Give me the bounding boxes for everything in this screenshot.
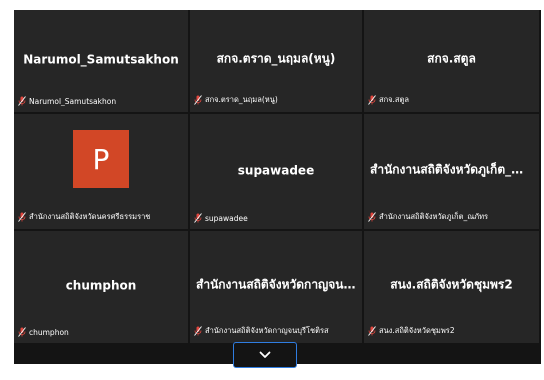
participant-name: Narumol_Samutsakhon [23, 52, 179, 67]
mic-off-icon [18, 96, 26, 106]
participant-label: สำนักงานสถิติจังหวัดนครศรีธรรมราช [29, 212, 151, 221]
participant-tile[interactable]: สกจ.ตราด_นฤมล(หนู) สกจ.ตราด_นฤมล(หนู) [190, 10, 364, 114]
participant-label: สกจ.ตราด_นฤมล(หนู) [205, 95, 278, 104]
participant-tile[interactable]: chumphon chumphon [14, 231, 190, 345]
participant-label: สกจ.สตูล [379, 95, 409, 104]
participant-name: supawadee [237, 163, 315, 178]
participant-name: สำนักงานสถิติจังหวัดภูเก็ต_ณ... [370, 162, 536, 177]
participant-name: สนง.สถิติจังหวัดชุมพร2 [390, 277, 513, 292]
participant-footer: chumphon [18, 327, 184, 337]
participant-footer: สำนักงานสถิติจังหวัดนครศรีธรรมราช [18, 211, 184, 223]
participant-tile[interactable]: สนง.สถิติจังหวัดชุมพร2 สนง.สถิติจังหวัดช… [364, 231, 541, 345]
mic-off-icon [18, 212, 26, 222]
participant-footer: สกจ.สตูล [368, 94, 535, 106]
mic-off-icon [194, 95, 202, 105]
participant-tile[interactable]: Narumol_Samutsakhon Narumol_Samutsakhon [14, 10, 190, 114]
participant-footer: supawadee [194, 213, 358, 223]
participant-footer: สกจ.ตราด_นฤมล(หนู) [194, 94, 358, 106]
video-gallery: Narumol_Samutsakhon Narumol_Samutsakhon … [14, 10, 541, 364]
participant-name: สำนักงานสถิติจังหวัดกาญจน... [196, 277, 358, 292]
participant-label: สนง.สถิติจังหวัดชุมพร2 [379, 326, 455, 335]
participant-name: สกจ.ตราด_นฤมล(หนู) [216, 51, 336, 66]
participant-tile[interactable]: สกจ.สตูล สกจ.สตูล [364, 10, 541, 114]
participant-tile[interactable]: สำนักงานสถิติจังหวัดภูเก็ต_ณ... สำนักงาน… [364, 114, 541, 231]
participant-tile[interactable]: สำนักงานสถิติจังหวัดกาญจน... สำนักงานสถิ… [190, 231, 364, 345]
mic-off-icon [194, 326, 202, 336]
mic-off-icon [368, 326, 376, 336]
participant-grid: Narumol_Samutsakhon Narumol_Samutsakhon … [14, 10, 541, 364]
participant-footer: สนง.สถิติจังหวัดชุมพร2 [368, 325, 535, 337]
chevron-down-icon [259, 351, 271, 358]
mic-off-icon [194, 213, 202, 223]
participant-label: supawadee [205, 213, 248, 223]
participant-label: สำนักงานสถิติจังหวัดภูเก็ต_ณภัทร [379, 212, 489, 221]
mic-off-icon [368, 95, 376, 105]
avatar-letter: P [92, 142, 110, 176]
participant-label: Narumol_Samutsakhon [29, 96, 117, 106]
mic-off-icon [18, 327, 26, 337]
participant-tile[interactable]: supawadee supawadee [190, 114, 364, 231]
participant-label: สำนักงานสถิติจังหวัดกาญจนบุรีโชติรส [205, 326, 329, 335]
participant-footer: สำนักงานสถิติจังหวัดกาญจนบุรีโชติรส [194, 325, 358, 337]
participant-label: chumphon [29, 327, 69, 337]
participant-name: สกจ.สตูล [427, 51, 476, 66]
participant-tile[interactable]: P สำนักงานสถิติจังหวัดนครศรีธรรมราช [14, 114, 190, 231]
participant-name: chumphon [65, 278, 137, 293]
powerpoint-avatar: P [73, 130, 129, 188]
participant-footer: Narumol_Samutsakhon [18, 96, 184, 106]
mic-off-icon [368, 212, 376, 222]
show-more-button[interactable] [233, 342, 297, 368]
participant-footer: สำนักงานสถิติจังหวัดภูเก็ต_ณภัทร [368, 211, 535, 223]
